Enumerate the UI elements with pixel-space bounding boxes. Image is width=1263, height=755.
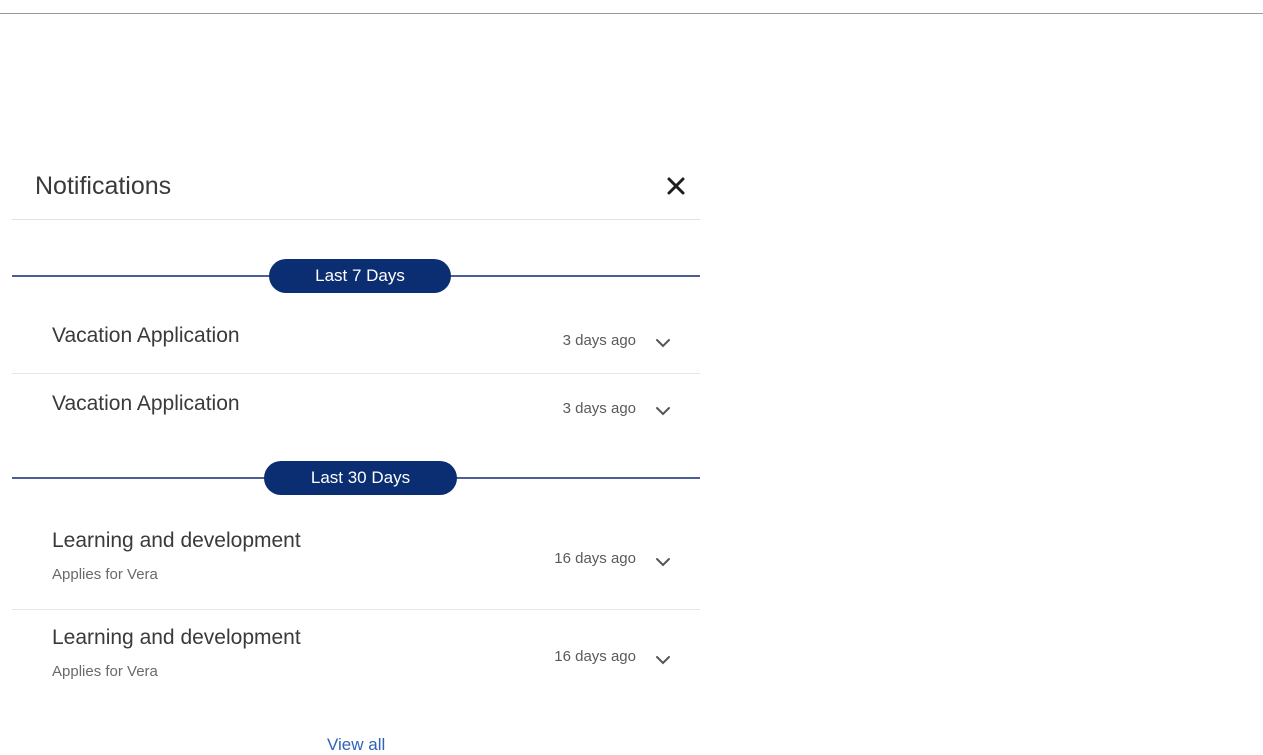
notification-item[interactable]: Vacation Application 3 days ago [12,305,700,374]
notification-title: Vacation Application [52,392,240,415]
notification-title: Vacation Application [52,324,240,347]
chevron-down-icon[interactable] [655,338,671,348]
panel-header: Notifications [12,160,700,220]
notifications-panel: Notifications Last 7 Days Vacation Appli… [12,160,700,754]
view-all-link[interactable]: View all [327,735,385,755]
group-header-last-30-days: Last 30 Days [12,461,700,495]
chevron-down-icon[interactable] [655,406,671,416]
notification-subtitle: Applies for Vera [52,566,158,583]
group-label-pill: Last 7 Days [269,259,451,293]
notification-time: 3 days ago [562,332,636,349]
notification-title: Learning and development [52,626,301,649]
group-label-pill: Last 30 Days [264,461,457,495]
notification-item[interactable]: Learning and development Applies for Ver… [12,512,700,610]
notification-time: 16 days ago [554,648,636,665]
notification-time: 3 days ago [562,400,636,417]
close-icon [667,177,685,195]
group-header-last-7-days: Last 7 Days [12,259,700,293]
top-divider [0,13,1263,14]
panel-title: Notifications [35,172,172,200]
chevron-down-icon[interactable] [655,655,671,665]
notification-item[interactable]: Learning and development Applies for Ver… [12,610,700,705]
notification-subtitle: Applies for Vera [52,663,158,680]
notification-item[interactable]: Vacation Application 3 days ago [12,374,700,442]
notification-title: Learning and development [52,529,301,552]
close-button[interactable] [664,174,688,198]
chevron-down-icon[interactable] [655,557,671,567]
notification-time: 16 days ago [554,550,636,567]
